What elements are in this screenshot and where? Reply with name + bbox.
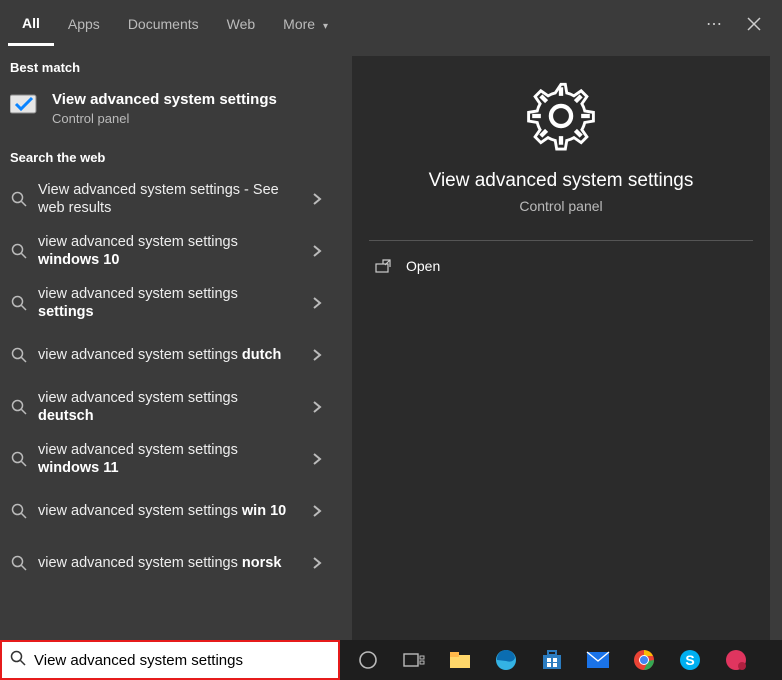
store-icon[interactable] xyxy=(538,646,566,674)
preview-subtitle: Control panel xyxy=(519,198,602,214)
control-panel-icon xyxy=(10,91,42,115)
search-icon xyxy=(10,398,28,416)
more-options-button[interactable]: ⋯ xyxy=(694,4,734,44)
tab-documents[interactable]: Documents xyxy=(114,4,213,44)
web-result[interactable]: view advanced system settings dutch xyxy=(0,329,340,381)
section-search-web: Search the web xyxy=(0,138,340,173)
chevron-right-icon[interactable] xyxy=(300,234,334,268)
search-panel: All Apps Documents Web More ▾ ⋯ Best mat… xyxy=(0,0,782,640)
close-icon xyxy=(747,17,761,31)
tab-more[interactable]: More ▾ xyxy=(269,4,342,44)
web-result[interactable]: view advanced system settings windows 10 xyxy=(0,225,340,277)
skype-icon[interactable]: S xyxy=(676,646,704,674)
app-icon[interactable] xyxy=(722,646,750,674)
web-result[interactable]: view advanced system settings win 10 xyxy=(0,485,340,537)
best-match-result[interactable]: View advanced system settings Control pa… xyxy=(0,83,340,138)
web-result[interactable]: view advanced system settings settings xyxy=(0,277,340,329)
best-match-subtitle: Control panel xyxy=(52,111,277,126)
search-icon xyxy=(10,650,26,671)
search-icon xyxy=(10,346,28,364)
web-result-text: view advanced system settings win 10 xyxy=(38,502,300,520)
web-result[interactable]: view advanced system settings deutsch xyxy=(0,381,340,433)
taskbar: S xyxy=(0,640,782,680)
open-icon xyxy=(374,257,392,275)
web-result[interactable]: View advanced system settings - See web … xyxy=(0,173,340,225)
web-result-text: view advanced system settings windows 11 xyxy=(38,441,300,477)
chevron-down-icon: ▾ xyxy=(323,21,328,32)
chevron-right-icon[interactable] xyxy=(300,338,334,372)
web-result-text: view advanced system settings norsk xyxy=(38,554,300,572)
web-result[interactable]: view advanced system settings windows 11 xyxy=(0,433,340,485)
edge-icon[interactable] xyxy=(492,646,520,674)
chevron-right-icon[interactable] xyxy=(300,494,334,528)
best-match-title: View advanced system settings xyxy=(52,91,277,109)
web-result-text: View advanced system settings - See web … xyxy=(38,181,300,217)
search-icon xyxy=(10,294,28,312)
results-column: Best match View advanced system settings… xyxy=(0,48,340,640)
tab-web[interactable]: Web xyxy=(213,4,270,44)
web-result-text: view advanced system settings deutsch xyxy=(38,389,300,425)
section-best-match: Best match xyxy=(0,48,340,83)
gear-icon xyxy=(525,80,597,152)
preview-column: View advanced system settings Control pa… xyxy=(340,48,782,640)
chevron-right-icon[interactable] xyxy=(300,182,334,216)
task-view-icon[interactable] xyxy=(400,646,428,674)
mail-icon[interactable] xyxy=(584,646,612,674)
cortana-icon[interactable] xyxy=(354,646,382,674)
chevron-right-icon[interactable] xyxy=(300,286,334,320)
open-action[interactable]: Open xyxy=(352,241,770,291)
filter-tabs: All Apps Documents Web More ▾ ⋯ xyxy=(0,0,782,48)
search-icon xyxy=(10,242,28,260)
svg-text:S: S xyxy=(685,652,694,668)
search-input[interactable] xyxy=(34,646,338,674)
file-explorer-icon[interactable] xyxy=(446,646,474,674)
tab-more-label: More xyxy=(283,16,315,32)
taskbar-tray: S xyxy=(340,646,782,674)
tab-all[interactable]: All xyxy=(8,3,54,46)
chevron-right-icon[interactable] xyxy=(300,390,334,424)
chevron-right-icon[interactable] xyxy=(300,442,334,476)
open-label: Open xyxy=(406,258,440,274)
taskbar-search-box[interactable] xyxy=(0,640,340,680)
search-icon xyxy=(10,450,28,468)
preview-title: View advanced system settings xyxy=(429,170,694,192)
search-icon xyxy=(10,502,28,520)
close-button[interactable] xyxy=(734,4,774,44)
web-result-text: view advanced system settings windows 10 xyxy=(38,233,300,269)
web-result[interactable]: view advanced system settings norsk xyxy=(0,537,340,589)
search-icon xyxy=(10,554,28,572)
preview-card: View advanced system settings Control pa… xyxy=(352,56,770,640)
chevron-right-icon[interactable] xyxy=(300,546,334,580)
search-icon xyxy=(10,190,28,208)
web-result-text: view advanced system settings settings xyxy=(38,285,300,321)
web-result-text: view advanced system settings dutch xyxy=(38,346,300,364)
tab-apps[interactable]: Apps xyxy=(54,4,114,44)
chrome-icon[interactable] xyxy=(630,646,658,674)
